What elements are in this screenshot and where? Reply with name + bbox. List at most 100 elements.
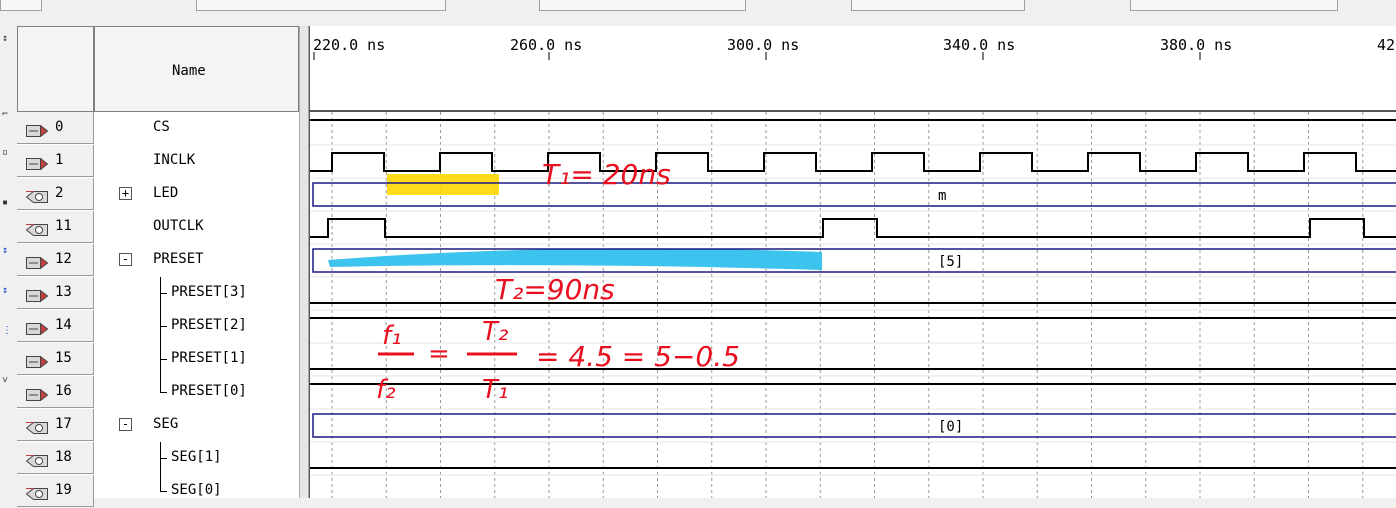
signal-row[interactable]: 16 PRESET[0] (17, 376, 299, 409)
toolbar-field[interactable] (196, 0, 446, 11)
grid-lines (310, 112, 1396, 498)
signal-id-cell[interactable]: 17 (17, 409, 94, 441)
signal-row[interactable]: 11 OUTCLK (17, 211, 299, 244)
toolbar-field[interactable] (851, 0, 1025, 11)
signal-row[interactable]: 0 CS (17, 112, 299, 145)
signal-name[interactable]: SEG[0] (171, 482, 222, 498)
collapse-icon[interactable]: - (119, 253, 132, 266)
waveform-canvas: m [5] [0] T₁= 20ns T₂=90ns f₁ f₂ = T₂ T₁ =… (310, 112, 1396, 498)
signal-name[interactable]: INCLK (153, 152, 195, 168)
input-pin-icon (26, 122, 49, 138)
time-ruler: 220.0 ns 260.0 ns 300.0 ns 340.0 ns 380.… (310, 26, 1396, 112)
wave-inclk (310, 152, 1396, 172)
pointer-tool-icon[interactable]: ↕ (2, 34, 12, 44)
signal-name[interactable]: LED (153, 185, 178, 201)
toolbar-field[interactable] (1130, 0, 1338, 11)
signal-row[interactable]: 17 - SEG (17, 409, 299, 442)
period-highlight-yellow (387, 174, 499, 195)
formula-equals: = (428, 339, 450, 369)
id-column-header (17, 26, 94, 112)
signal-id: 15 (55, 350, 72, 366)
signal-id: 18 (55, 449, 72, 465)
signal-row[interactable]: 2 + LED (17, 178, 299, 211)
formula-t1: T₁ (482, 375, 508, 405)
tree-line (160, 458, 167, 459)
signal-name[interactable]: PRESET[0] (171, 383, 247, 399)
signal-name[interactable]: SEG[1] (171, 449, 222, 465)
output-pin-icon (25, 221, 48, 236)
signal-id-cell[interactable]: 2 (17, 178, 94, 210)
input-pin-icon (26, 386, 49, 402)
signal-row[interactable]: 15 PRESET[1] (17, 343, 299, 376)
output-pin-icon (25, 188, 48, 203)
expand-icon[interactable]: + (119, 187, 132, 200)
signal-name[interactable]: PRESET[2] (171, 317, 247, 333)
tree-line (160, 491, 167, 492)
collapse-icon[interactable]: - (119, 418, 132, 431)
signal-row[interactable]: 19 SEG[0] (17, 475, 299, 508)
signal-row[interactable]: 13 PRESET[3] (17, 277, 299, 310)
toolbar-field[interactable] (539, 0, 746, 11)
signal-name[interactable]: PRESET (153, 251, 204, 267)
signal-row[interactable]: 14 PRESET[2] (17, 310, 299, 343)
signal-id-cell[interactable]: 0 (17, 112, 94, 144)
wave-outclk (310, 218, 1396, 238)
output-pin-icon (25, 419, 48, 434)
tree-line (160, 359, 167, 360)
input-pin-icon (26, 287, 49, 303)
tree-line (160, 392, 167, 393)
sort-tool-icon[interactable]: ˅ (2, 376, 12, 386)
output-pin-icon (25, 485, 48, 500)
signal-id-cell[interactable]: 13 (17, 277, 94, 309)
signal-id-cell[interactable]: 14 (17, 310, 94, 342)
name-header-label: Name (172, 63, 206, 79)
period-highlight-cyan (328, 248, 822, 270)
toolbar-field[interactable] (0, 0, 42, 11)
waveform-tool-icon[interactable]: ↕ (2, 246, 12, 256)
snap-tool-icon[interactable]: ▪ (2, 198, 12, 208)
signal-name[interactable]: CS (153, 119, 170, 135)
bus-value: m (938, 188, 946, 204)
input-pin-icon (26, 320, 49, 336)
signal-name[interactable]: SEG (153, 416, 178, 432)
formula-f1: f₁ (382, 321, 402, 351)
count-tool-icon[interactable]: ↕ (2, 286, 12, 296)
name-column-header: Name (94, 26, 299, 112)
tree-line (160, 475, 161, 491)
text-tool-icon[interactable]: ⌐ (2, 110, 12, 120)
signal-row[interactable]: 18 SEG[1] (17, 442, 299, 475)
tree-line (160, 376, 161, 392)
t2-annotation: T₂=90ns (495, 273, 615, 306)
invert-tool-icon[interactable]: ⋮ (2, 326, 12, 336)
panel-splitter[interactable] (299, 26, 309, 498)
signal-id: 1 (55, 152, 64, 168)
bus-seg (312, 413, 1396, 438)
input-pin-icon (26, 254, 49, 270)
input-pin-icon (26, 353, 49, 369)
signal-id-cell[interactable]: 12 (17, 244, 94, 276)
signal-id-cell[interactable]: 11 (17, 211, 94, 243)
bus-value: [0] (938, 419, 963, 435)
signal-id: 16 (55, 383, 72, 399)
signal-name[interactable]: PRESET[1] (171, 350, 247, 366)
signal-id-cell[interactable]: 1 (17, 145, 94, 177)
signal-id-cell[interactable]: 16 (17, 376, 94, 408)
signal-id-cell[interactable]: 19 (17, 475, 94, 507)
signal-id-cell[interactable]: 15 (17, 343, 94, 375)
input-pin-icon (26, 155, 49, 171)
signal-name-panel: Name 0 CS 1 INCLK 2 + LED 11 OUTCLK 12 - PRESET 13 PR… (17, 26, 300, 507)
waveform-panel: 220.0 ns 260.0 ns 300.0 ns 340.0 ns 380.… (309, 26, 1396, 498)
signal-id: 11 (55, 218, 72, 234)
signal-id-cell[interactable]: 18 (17, 442, 94, 474)
signal-id: 2 (55, 185, 64, 201)
signal-row[interactable]: 12 - PRESET (17, 244, 299, 277)
toolbar (0, 0, 1396, 26)
signal-id: 14 (55, 317, 72, 333)
signal-name[interactable]: OUTCLK (153, 218, 204, 234)
zoom-tool-icon[interactable]: ▫ (2, 148, 12, 158)
signal-id: 12 (55, 251, 72, 267)
formula-result: = 4.5 = 5−0.5 (536, 340, 740, 373)
formula-t2: T₂ (482, 317, 508, 347)
signal-name[interactable]: PRESET[3] (171, 284, 247, 300)
signal-row[interactable]: 1 INCLK (17, 145, 299, 178)
